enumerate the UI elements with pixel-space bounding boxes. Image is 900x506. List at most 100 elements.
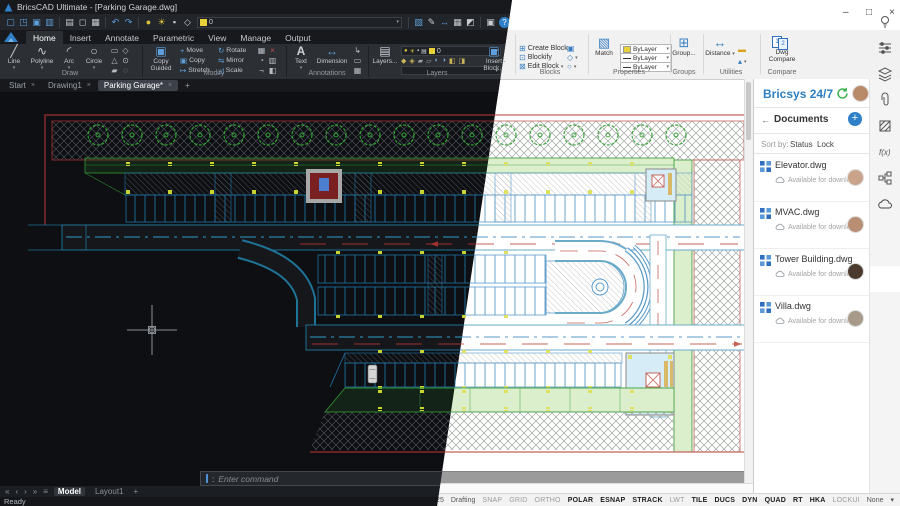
- line-button[interactable]: ╱ Line ▾: [2, 45, 26, 72]
- copy-button[interactable]: ▣Copy: [180, 56, 205, 64]
- tab-parking-garage[interactable]: Parking Garage* ×: [98, 80, 178, 91]
- attachments-paperclip-icon[interactable]: [877, 92, 893, 108]
- dwg-compare-button[interactable]: 1 2 Dwg Compare: [764, 35, 800, 63]
- toggle-tile[interactable]: TILE: [692, 497, 708, 504]
- toggle-polar[interactable]: POLAR: [568, 497, 594, 504]
- edit-icon[interactable]: ✎: [425, 17, 438, 28]
- tab-layout1[interactable]: Layout1: [91, 487, 127, 496]
- close-icon[interactable]: ×: [168, 82, 172, 89]
- avatar[interactable]: [852, 85, 869, 102]
- toggle-ducs[interactable]: DUCS: [715, 497, 736, 504]
- block-tool-button[interactable]: ◇ ▾: [567, 53, 578, 62]
- fields-fx-icon[interactable]: f(x): [877, 144, 893, 160]
- layer-dropdown[interactable]: 0 ▾: [197, 17, 402, 28]
- app-menu-button[interactable]: [0, 30, 22, 44]
- plot-icon[interactable]: ▤: [63, 17, 76, 28]
- tab-drawing1[interactable]: Drawing1 ×: [42, 80, 97, 91]
- block-tool-button[interactable]: ▣: [567, 44, 575, 53]
- maximize-button[interactable]: □: [866, 7, 872, 18]
- layer-on-icon[interactable]: ●: [142, 17, 155, 27]
- blockify-button[interactable]: ⊡ Blockify: [519, 53, 552, 62]
- toggle-lockui[interactable]: LOCKUI: [832, 497, 859, 504]
- cloud-247-icon[interactable]: [877, 196, 893, 212]
- rotate-button[interactable]: ↻Rotate: [218, 46, 246, 54]
- tab-insert[interactable]: Insert: [63, 31, 98, 44]
- utility-tool-button[interactable]: ▬: [738, 45, 746, 54]
- scrollbar-thumb[interactable]: [746, 82, 751, 140]
- minimize-button[interactable]: –: [843, 7, 849, 18]
- group-button[interactable]: ⊞ Group...: [668, 35, 700, 57]
- tab-parametric[interactable]: Parametric: [146, 31, 201, 44]
- layer-thaw-icon[interactable]: ☀: [155, 17, 168, 28]
- hatch-pattern-icon[interactable]: [877, 118, 893, 134]
- grid-tool-icon[interactable]: ▦: [451, 17, 464, 28]
- undo-icon[interactable]: ↶: [109, 17, 122, 28]
- add-document-button[interactable]: +: [848, 112, 862, 126]
- toggle-grid[interactable]: GRID: [509, 497, 527, 504]
- copy-guided-button[interactable]: ▣ Copy Guided: [146, 45, 176, 72]
- back-arrow-icon[interactable]: ←: [761, 115, 770, 125]
- move-button[interactable]: +Move: [180, 46, 203, 54]
- add-layout-button[interactable]: +: [134, 487, 139, 496]
- toggle-esnap[interactable]: ESNAP: [600, 497, 625, 504]
- polyline-button[interactable]: ∿ Polyline ▾: [27, 45, 57, 72]
- distance-button[interactable]: ↔ Distance ▾: [705, 35, 735, 58]
- redo-icon[interactable]: ↷: [122, 17, 135, 28]
- list-item[interactable]: Villa.dwg Available for download: [754, 295, 870, 343]
- layers-manager-button[interactable]: ▤ Layers...: [371, 45, 399, 65]
- arc-button[interactable]: ◜ Arc ▾: [58, 45, 80, 72]
- text-button[interactable]: A Text ▾: [290, 45, 312, 72]
- structure-icon[interactable]: [877, 170, 893, 186]
- create-block-button[interactable]: ⊞ Create Block: [519, 44, 568, 53]
- toggle-strack[interactable]: STRACK: [632, 497, 662, 504]
- new-file-icon[interactable]: ▢: [4, 17, 17, 28]
- layer-freeze-icon[interactable]: ◇: [181, 17, 194, 28]
- circle-button[interactable]: ○ Circle ▾: [81, 45, 107, 72]
- erase-icon[interactable]: ◩: [464, 17, 477, 28]
- save-as-icon[interactable]: ▥: [43, 17, 56, 28]
- open-file-icon[interactable]: ◳: [17, 17, 30, 28]
- tab-start[interactable]: Start ×: [3, 80, 41, 91]
- sort-tab-lock[interactable]: Lock: [817, 140, 834, 149]
- workspace-name[interactable]: Drafting: [451, 497, 476, 504]
- tab-home[interactable]: Home: [26, 31, 63, 44]
- toggle-rt[interactable]: RT: [793, 497, 803, 504]
- first-layout-icon[interactable]: «: [5, 487, 9, 496]
- preview-icon[interactable]: ◻: [76, 17, 89, 28]
- chevron-down-icon[interactable]: ▾: [890, 496, 894, 504]
- toggle-ortho[interactable]: ORTHO: [535, 497, 561, 504]
- match-properties-icon[interactable]: ▨: [412, 17, 425, 28]
- tab-manage[interactable]: Manage: [233, 31, 278, 44]
- toggle-quad[interactable]: QUAD: [765, 497, 786, 504]
- layer-lock-icon[interactable]: ▪: [168, 17, 181, 27]
- measure-icon[interactable]: ↔: [438, 17, 451, 27]
- list-item[interactable]: MVAC.dwg Available for download: [754, 201, 870, 249]
- toggle-hka[interactable]: HKA: [810, 497, 826, 504]
- match-properties-button[interactable]: ▧ Match: [590, 35, 618, 57]
- save-icon[interactable]: ▣: [30, 17, 43, 28]
- tips-bulb-icon[interactable]: [877, 14, 893, 30]
- layers-icon[interactable]: [877, 66, 893, 82]
- toggle-dyn[interactable]: DYN: [742, 497, 757, 504]
- list-item[interactable]: Tower Building.dwg Available for downloa…: [754, 248, 870, 296]
- layout-list-icon[interactable]: ≡: [43, 487, 48, 496]
- publish-icon[interactable]: ▦: [89, 17, 102, 28]
- close-icon[interactable]: ×: [87, 82, 91, 89]
- utility-tool-button[interactable]: ▴ ▾: [738, 57, 747, 66]
- next-layout-icon[interactable]: ›: [24, 487, 27, 496]
- settings-sliders-icon[interactable]: [877, 40, 893, 56]
- tab-view[interactable]: View: [201, 31, 233, 44]
- tab-annotate[interactable]: Annotate: [98, 31, 146, 44]
- dimension-button[interactable]: ↔ Dimension: [314, 45, 350, 65]
- last-layout-icon[interactable]: »: [33, 487, 37, 496]
- new-tab-button[interactable]: +: [179, 80, 196, 91]
- tab-model[interactable]: Model: [54, 487, 85, 496]
- snap-mode-value[interactable]: None: [867, 497, 884, 504]
- prev-layout-icon[interactable]: ‹: [15, 487, 18, 496]
- image-icon[interactable]: ▣: [484, 17, 497, 28]
- toggle-lwt[interactable]: LWT: [670, 497, 685, 504]
- toggle-snap[interactable]: SNAP: [482, 497, 502, 504]
- close-icon[interactable]: ×: [31, 82, 35, 89]
- mirror-button[interactable]: ⇋Mirror: [218, 56, 244, 64]
- list-item[interactable]: Elevator.dwg Available for download: [754, 154, 870, 202]
